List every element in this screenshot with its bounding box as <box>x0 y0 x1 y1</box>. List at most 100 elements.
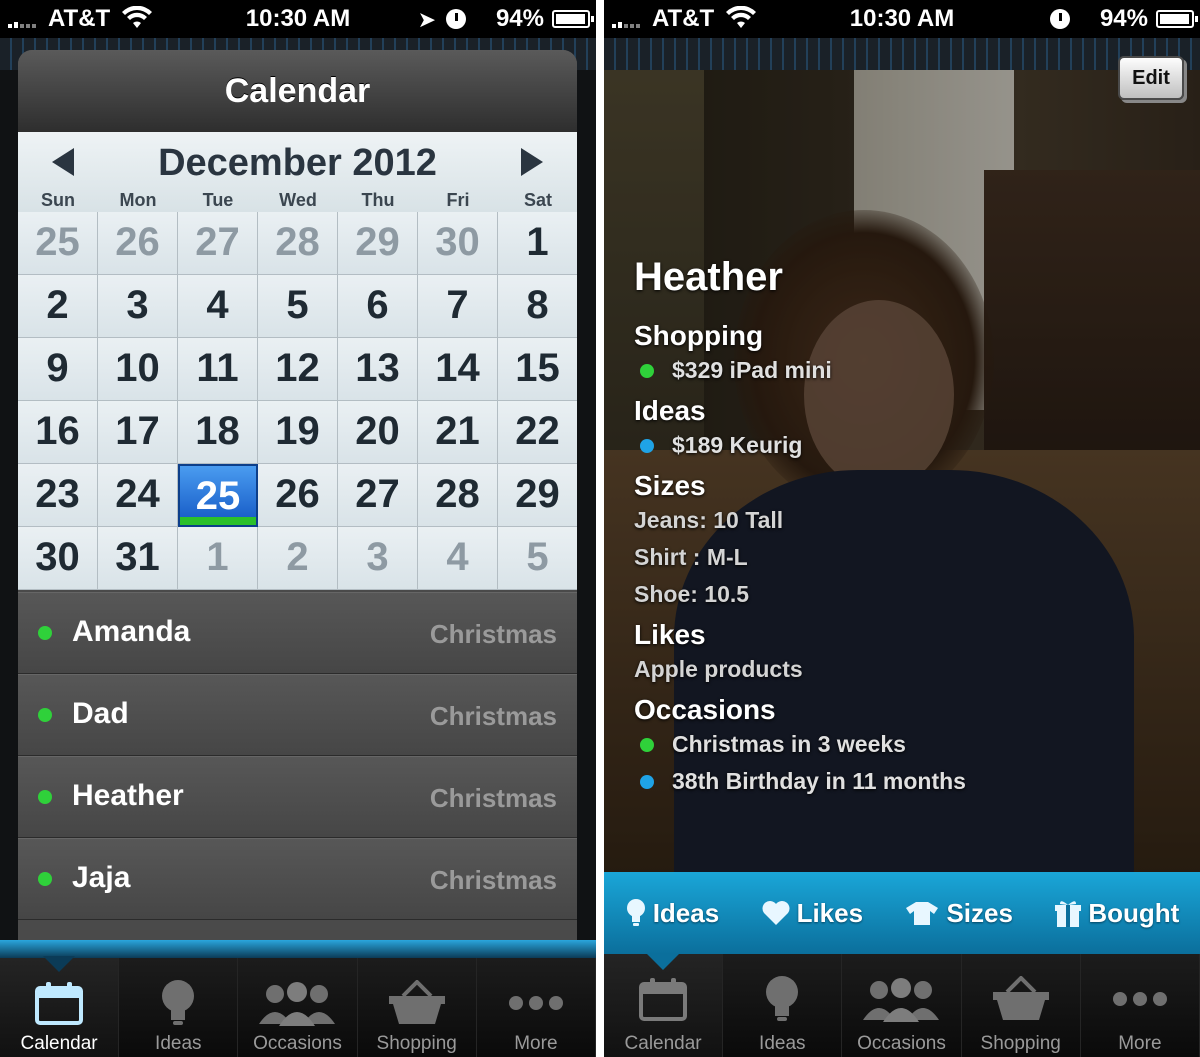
tab-more[interactable]: More <box>476 958 596 1057</box>
occasion-item[interactable]: Christmas in 3 weeks <box>634 726 966 763</box>
more-dots-icon <box>1081 974 1199 1024</box>
month-header: December 2012 Sun Mon Tue Wed Thu Fri Sat <box>18 132 577 212</box>
tab-bar: Calendar Ideas Occasions Shopping More <box>604 954 1200 1057</box>
calendar-day[interactable]: 7 <box>418 275 498 338</box>
weekday-label: Thu <box>361 190 395 210</box>
calendar-day[interactable]: 23 <box>18 464 98 527</box>
calendar-day[interactable]: 1 <box>178 527 258 590</box>
people-icon <box>238 978 356 1028</box>
tab-bar-highlight <box>0 940 596 958</box>
idea-item-label: $189 Keurig <box>672 432 803 458</box>
occasion-item-label: 38th Birthday in 11 months <box>672 768 966 794</box>
status-dot <box>38 872 52 886</box>
edit-button[interactable]: Edit <box>1118 56 1184 100</box>
calendar-day[interactable]: 13 <box>338 338 418 401</box>
profile-screen: AT&T 10:30 AM 94% Edit Heather Shopping … <box>604 0 1200 1057</box>
calendar-day[interactable]: 4 <box>418 527 498 590</box>
calendar-day[interactable]: 29 <box>338 212 418 275</box>
calendar-day[interactable]: 16 <box>18 401 98 464</box>
calendar-day[interactable]: 28 <box>258 212 338 275</box>
tab-bar: Calendar Ideas Occasions Shopping More <box>0 940 596 1057</box>
calendar-day[interactable]: 30 <box>18 527 98 590</box>
tab-more[interactable]: More <box>1080 954 1200 1057</box>
calendar-day[interactable]: 9 <box>18 338 98 401</box>
tab-ideas-label: Ideas <box>759 1033 806 1054</box>
calendar-day[interactable]: 1 <box>498 212 577 275</box>
calendar-panel: Calendar December 2012 Sun Mon Tue Wed Thu Fr… <box>18 50 577 950</box>
calendar-day[interactable]: 3 <box>98 275 178 338</box>
tab-more-label: More <box>1118 1033 1162 1054</box>
event-row[interactable]: Jaja Christmas <box>18 838 577 920</box>
calendar-day[interactable]: 3 <box>338 527 418 590</box>
weekday-header: Sun Mon Tue Wed Thu Fri Sat <box>18 190 577 211</box>
calendar-day[interactable]: 18 <box>178 401 258 464</box>
tab-ideas-label: Ideas <box>155 1033 202 1054</box>
battery-percent: 94% <box>1099 5 1148 32</box>
battery-percent: 94% <box>495 5 544 32</box>
event-row[interactable]: Dad Christmas <box>18 674 577 756</box>
calendar-day[interactable]: 26 <box>258 464 338 527</box>
calendar-day[interactable]: 24 <box>98 464 178 527</box>
tab-calendar[interactable]: Calendar <box>0 958 120 1057</box>
calendar-day[interactable]: 25 <box>18 212 98 275</box>
calendar-day-today[interactable]: 25 <box>178 464 258 527</box>
calendar-day[interactable]: 29 <box>498 464 577 527</box>
likes-action-label: Likes <box>796 897 864 928</box>
sizes-section-title: Sizes <box>634 470 706 501</box>
event-row[interactable]: Amanda Christmas <box>18 592 577 674</box>
tab-calendar-label: Calendar <box>20 1033 98 1054</box>
calendar-day[interactable]: 30 <box>418 212 498 275</box>
weekday-label: Sun <box>41 190 75 210</box>
calendar-day[interactable]: 5 <box>258 275 338 338</box>
tab-occasions[interactable]: Occasions <box>842 954 962 1057</box>
calendar-day[interactable]: 10 <box>98 338 178 401</box>
people-icon <box>842 974 960 1024</box>
calendar-day[interactable]: 8 <box>498 275 577 338</box>
tab-ideas[interactable]: Ideas <box>723 954 843 1057</box>
profile-action-bar: Ideas Likes Sizes Bought <box>604 872 1200 954</box>
calendar-day[interactable]: 28 <box>418 464 498 527</box>
tab-shopping[interactable]: Shopping <box>961 954 1081 1057</box>
profile-details: Heather Shopping $329 iPad mini Ideas $1… <box>634 255 966 800</box>
next-month-button[interactable] <box>521 148 543 176</box>
calendar-day[interactable]: 27 <box>338 464 418 527</box>
likes-action-button[interactable]: Likes <box>761 897 864 929</box>
tab-shopping[interactable]: Shopping <box>357 958 477 1057</box>
calendar-day[interactable]: 22 <box>498 401 577 464</box>
calendar-day[interactable]: 15 <box>498 338 577 401</box>
calendar-day[interactable]: 4 <box>178 275 258 338</box>
calendar-day[interactable]: 2 <box>258 527 338 590</box>
shopping-item-label: $329 iPad mini <box>672 357 832 383</box>
calendar-day[interactable]: 14 <box>418 338 498 401</box>
weekday-label: Tue <box>202 190 234 210</box>
event-row[interactable]: Heather Christmas <box>18 756 577 838</box>
calendar-day[interactable]: 31 <box>98 527 178 590</box>
more-dots-icon <box>477 978 595 1028</box>
calendar-day[interactable]: 2 <box>18 275 98 338</box>
calendar-day[interactable]: 19 <box>258 401 338 464</box>
sizes-action-button[interactable]: Sizes <box>904 898 1013 929</box>
calendar-day[interactable]: 26 <box>98 212 178 275</box>
calendar-day[interactable]: 20 <box>338 401 418 464</box>
size-jeans: Jeans: 10 Tall <box>634 507 784 533</box>
tab-occasions[interactable]: Occasions <box>238 958 358 1057</box>
calendar-day[interactable]: 5 <box>498 527 577 590</box>
calendar-day[interactable]: 27 <box>178 212 258 275</box>
occasion-item[interactable]: 38th Birthday in 11 months <box>634 763 966 800</box>
calendar-day[interactable]: 12 <box>258 338 338 401</box>
ideas-action-button[interactable]: Ideas <box>625 898 719 929</box>
shopping-item[interactable]: $329 iPad mini <box>634 352 966 389</box>
event-occasion: Christmas <box>429 619 557 649</box>
idea-item[interactable]: $189 Keurig <box>634 427 966 464</box>
occasions-section-title: Occasions <box>634 694 776 725</box>
calendar-day[interactable]: 6 <box>338 275 418 338</box>
status-bar: AT&T 10:30 AM ➤ 94% <box>0 0 596 38</box>
calendar-day[interactable]: 21 <box>418 401 498 464</box>
calendar-day[interactable]: 11 <box>178 338 258 401</box>
event-occasion: Christmas <box>429 865 557 895</box>
battery-icon <box>1156 10 1198 28</box>
tab-ideas[interactable]: Ideas <box>119 958 239 1057</box>
calendar-day[interactable]: 17 <box>98 401 178 464</box>
status-dot <box>38 708 52 722</box>
bought-action-button[interactable]: Bought <box>1054 898 1179 929</box>
